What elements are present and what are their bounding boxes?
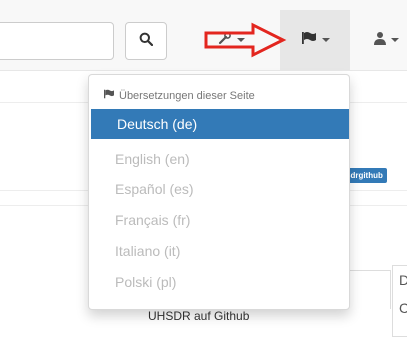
dropdown-header-label: Übersetzungen dieser Seite [119,89,255,102]
flag-icon [103,89,119,102]
chevron-down-icon [391,38,399,42]
language-option-it[interactable]: Italiano (it) [89,236,349,266]
language-option-pl[interactable]: Polski (pl) [89,267,349,297]
side-panel-text: C [399,300,407,316]
language-option-es[interactable]: Español (es) [89,174,349,204]
dropdown-header: Übersetzungen dieser Seite [103,89,255,102]
translations-dropdown: Übersetzungen dieser Seite Deutsch (de) … [88,74,350,310]
search-icon [139,32,154,51]
side-panel-text: D [399,272,407,288]
user-icon [374,31,386,50]
flag-icon [301,31,317,50]
side-panel: D C [392,265,407,337]
language-option-en[interactable]: English (en) [89,144,349,174]
language-option-de[interactable]: Deutsch (de) [91,109,349,139]
github-link[interactable]: UHSDR auf Github [148,309,249,323]
translations-menu-toggle[interactable] [280,10,350,70]
red-arrow-annotation [204,22,287,58]
language-option-fr[interactable]: Français (fr) [89,205,349,235]
search-button[interactable] [125,22,167,60]
chevron-down-icon [321,38,330,42]
search-input[interactable] [0,22,114,60]
user-menu-toggle[interactable] [366,10,407,70]
